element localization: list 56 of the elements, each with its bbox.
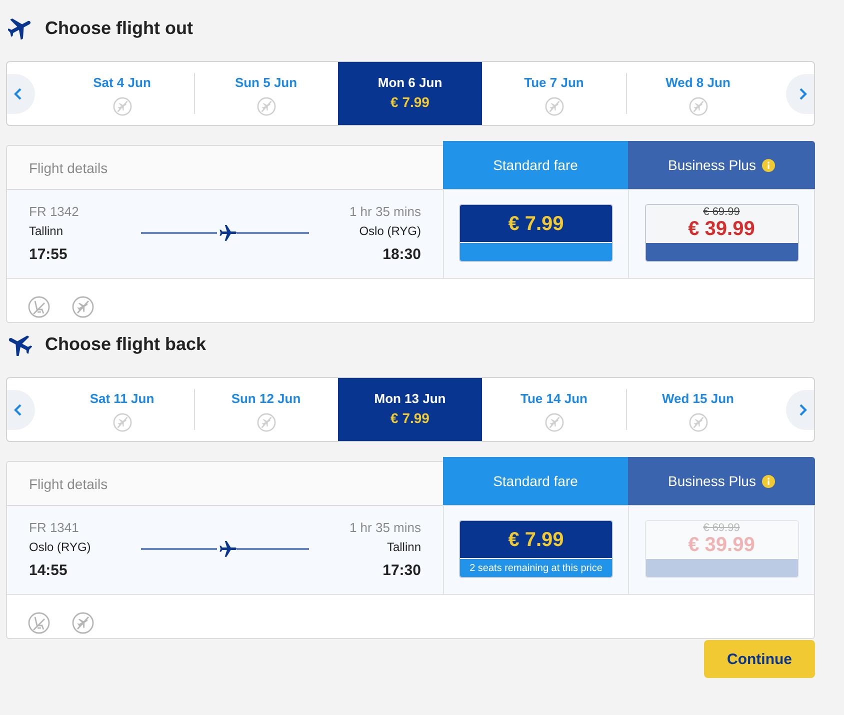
destination-airport: Oslo (RYG) <box>358 224 421 239</box>
crossed-plane-icon <box>544 413 564 432</box>
fare-price-button[interactable]: € 7.99 2 seats remaining at this price <box>459 520 613 578</box>
flight-duration: 1 hr 35 mins <box>348 520 421 535</box>
crossed-plane-icon <box>72 612 94 634</box>
section-title: Choose flight back <box>45 334 206 354</box>
column-header: Flight details <box>6 461 443 505</box>
date-tab[interactable]: Tue 7 Jun <box>482 62 626 125</box>
flight-number: FR 1342 <box>29 204 80 219</box>
date-tab[interactable]: Sat 11 Jun <box>50 378 194 441</box>
plane-icon <box>8 16 32 40</box>
previous-dates-button[interactable] <box>7 74 35 114</box>
fare-price-button[interactable]: € 7.99 <box>459 204 613 262</box>
destination-airport: Tallinn <box>386 540 421 555</box>
crossed-plane-icon <box>688 97 708 116</box>
date-tab[interactable]: Sun 12 Jun <box>194 378 338 441</box>
crossed-plane-icon <box>256 97 276 116</box>
fare-name: Standard fare <box>493 473 578 489</box>
departure-time: 17:55 <box>29 246 68 262</box>
section-title: Choose flight out <box>45 18 193 38</box>
fare-name: Business Plus <box>668 473 756 489</box>
date-tab[interactable]: Wed 8 Jun <box>626 62 770 125</box>
next-dates-button[interactable] <box>786 74 814 114</box>
fare-name: Standard fare <box>493 157 578 173</box>
previous-dates-button[interactable] <box>7 390 35 430</box>
flight-duration: 1 hr 35 mins <box>348 204 421 219</box>
crossed-plane-icon <box>112 97 132 116</box>
departure-time: 14:55 <box>29 562 68 578</box>
arrival-time: 17:30 <box>382 562 421 578</box>
seat-icon <box>28 612 50 634</box>
crossed-plane-icon <box>112 413 132 432</box>
fare-price-button[interactable]: € 69.99 € 39.99 <box>644 204 798 262</box>
origin-airport: Tallinn <box>29 224 64 239</box>
chevron-left-icon <box>14 404 22 416</box>
flight-number: FR 1341 <box>29 520 80 535</box>
date-tab[interactable]: Mon 6 Jun € 7.99 <box>338 62 482 125</box>
date-tab[interactable]: Wed 15 Jun <box>626 378 770 441</box>
date-tab[interactable]: Tue 14 Jun <box>482 378 626 441</box>
chevron-right-icon <box>799 88 807 100</box>
crossed-plane-icon <box>544 97 564 116</box>
date-tab[interactable]: Mon 13 Jun € 7.99 <box>338 378 482 441</box>
arrival-time: 18:30 <box>382 246 421 262</box>
column-header: Flight details <box>6 145 443 189</box>
crossed-plane-icon <box>256 413 276 432</box>
next-dates-button[interactable] <box>786 390 814 430</box>
fare-name: Business Plus <box>668 157 756 173</box>
seat-icon <box>28 296 50 318</box>
crossed-plane-icon <box>688 413 708 432</box>
date-tab[interactable]: Sat 4 Jun <box>50 62 194 125</box>
continue-button[interactable]: Continue <box>704 640 815 678</box>
info-icon[interactable] <box>762 158 775 172</box>
chevron-right-icon <box>799 404 807 416</box>
chevron-left-icon <box>14 88 22 100</box>
origin-airport: Oslo (RYG) <box>29 540 92 555</box>
date-tab[interactable]: Sun 5 Jun <box>194 62 338 125</box>
crossed-plane-icon <box>72 296 94 318</box>
